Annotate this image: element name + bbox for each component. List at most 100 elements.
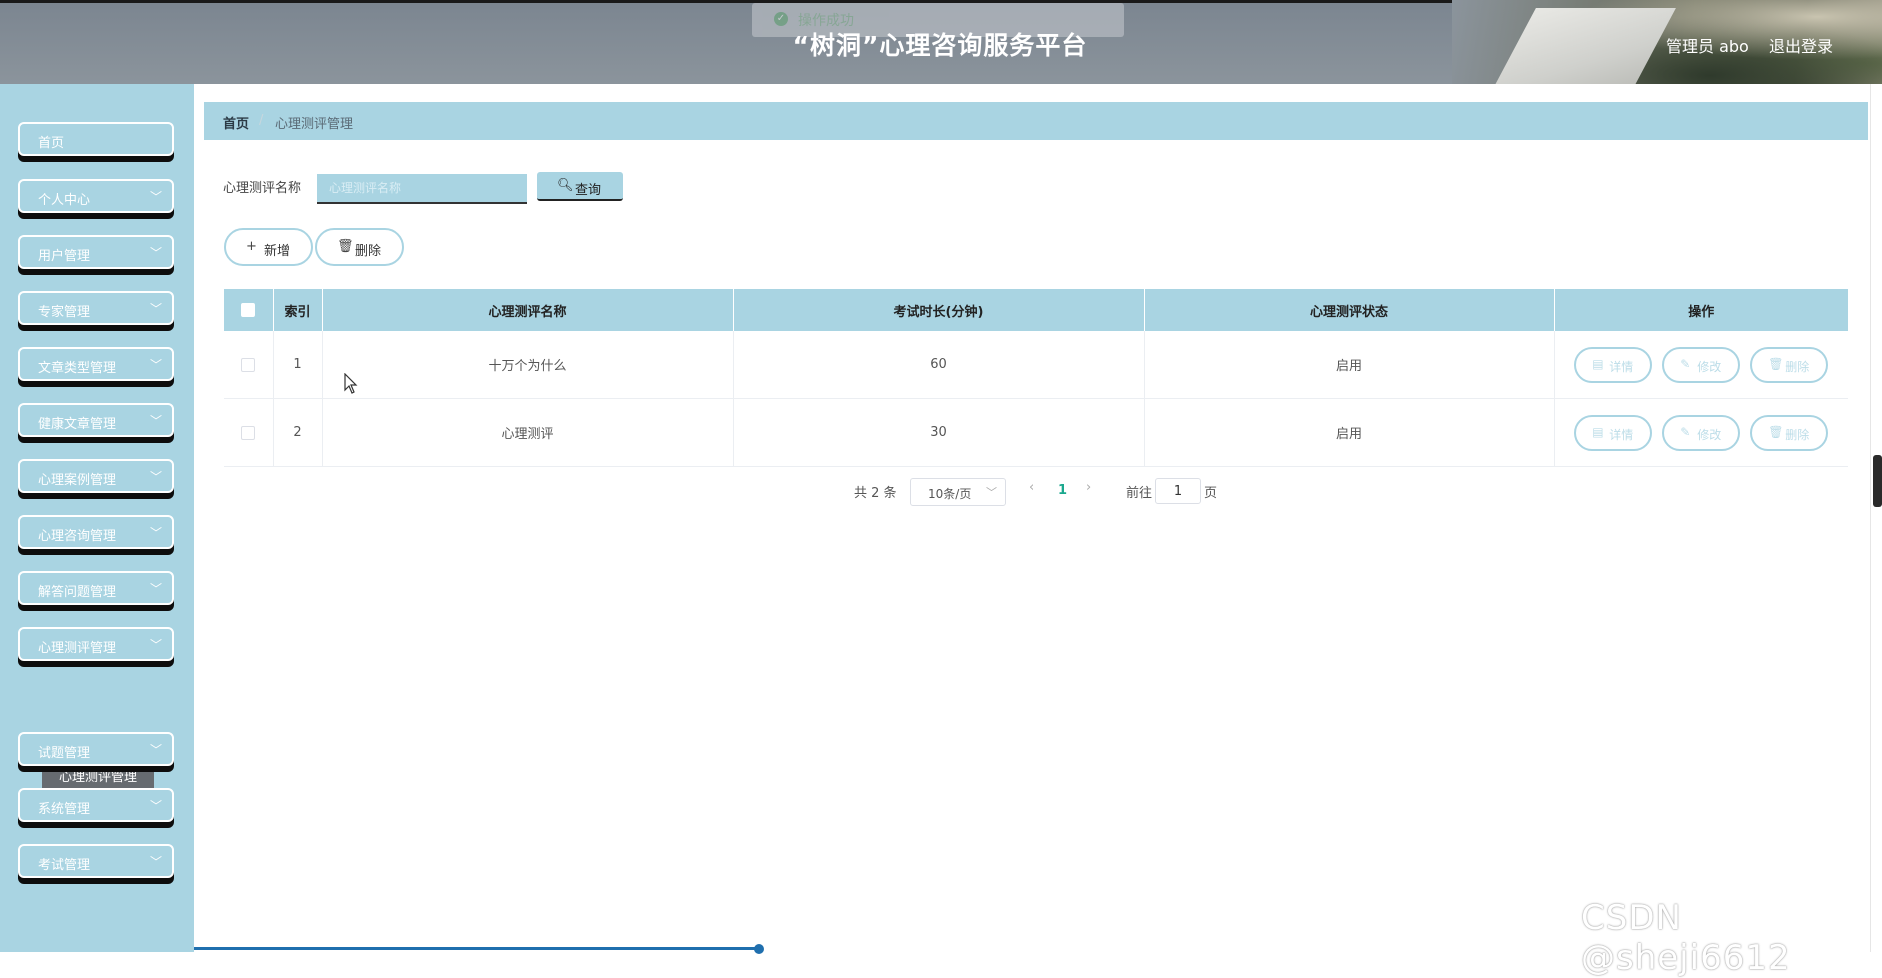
row-delete-button[interactable]: 🗑︎ 删除: [1750, 346, 1829, 383]
select-all-checkbox[interactable]: [241, 303, 256, 317]
row-checkbox[interactable]: [241, 425, 256, 440]
sidebar-item-label: 专家管理: [38, 305, 91, 320]
table-row: 2 心理测评 30 启用 ▤ 详情 ✎ 修改 🗑︎ 删除: [224, 398, 1848, 467]
top-header: ✓ 操作成功 “树洞”心理咨询服务平台 管理员 abo 退出登录: [0, 0, 1882, 84]
check-circle-icon: ✓: [774, 12, 788, 26]
chevron-down-icon: ﹀: [149, 582, 162, 596]
row-delete-button[interactable]: 🗑︎ 删除: [1750, 414, 1829, 451]
pencil-icon: ✎: [1680, 424, 1691, 439]
page-number-current[interactable]: 1: [1058, 483, 1067, 498]
sidebar-item-psych-assessment[interactable]: 心理测评管理 ﹀: [18, 627, 174, 661]
chevron-down-icon: ﹀: [149, 855, 162, 869]
sidebar-item-label: 试题管理: [38, 746, 91, 761]
table-header-row: 索引 心理测评名称 考试时长(分钟) 心理测评状态 操作: [224, 289, 1848, 331]
row-select-cell: [224, 398, 274, 467]
sidebar: 首页 个人中心 ﹀ 用户管理 ﹀ 专家管理 ﹀ 文章类型管理 ﹀ 健康文章管理 …: [0, 84, 194, 952]
next-page-button[interactable]: ›: [1086, 480, 1091, 495]
column-header-status: 心理测评状态: [1144, 289, 1555, 331]
detail-button[interactable]: ▤ 详情: [1574, 414, 1653, 451]
breadcrumb-separator: /: [259, 113, 264, 128]
cell-name: 心理测评: [322, 398, 734, 467]
sidebar-item-label: 心理测评管理: [38, 641, 117, 656]
mouse-cursor-icon: [344, 373, 358, 394]
trash-icon: 🗑︎: [337, 239, 354, 254]
goto-label: 前往: [1126, 486, 1153, 501]
goto-unit: 页: [1204, 486, 1218, 501]
search-icon: 🔍︎: [557, 178, 574, 193]
goto-page-input[interactable]: [1155, 478, 1201, 504]
sidebar-item-label: 健康文章管理: [38, 417, 117, 432]
sidebar-item-psych-consult[interactable]: 心理咨询管理 ﹀: [18, 515, 174, 549]
column-header-name: 心理测评名称: [322, 289, 734, 331]
sidebar-item-label: 文章类型管理: [38, 361, 117, 376]
prev-page-button[interactable]: ‹: [1029, 480, 1034, 495]
sidebar-item-label: 解答问题管理: [38, 585, 117, 600]
sidebar-item-home[interactable]: 首页: [18, 122, 174, 156]
sidebar-item-exam-management[interactable]: 考试管理 ﹀: [18, 844, 174, 878]
breadcrumb-home[interactable]: 首页: [223, 113, 249, 132]
current-user: 管理员 abo: [1666, 37, 1749, 56]
column-header-index: 索引: [273, 289, 323, 331]
sidebar-item-personal-center[interactable]: 个人中心 ﹀: [18, 179, 174, 213]
cell-name: 十万个为什么: [322, 331, 734, 399]
trash-icon: 🗑︎: [1768, 356, 1784, 371]
assessment-table: 索引 心理测评名称 考试时长(分钟) 心理测评状态 操作 1 十万个为什么 60…: [224, 289, 1848, 467]
search-button[interactable]: 🔍︎ 查询: [537, 172, 623, 201]
sidebar-item-label: 心理咨询管理: [38, 529, 117, 544]
search-label: 心理测评名称: [223, 181, 302, 196]
cell-actions: ▤ 详情 ✎ 修改 🗑︎ 删除: [1554, 398, 1848, 467]
sidebar-item-health-article[interactable]: 健康文章管理 ﹀: [18, 403, 174, 437]
plus-icon: +: [246, 239, 257, 254]
row-delete-button-label: 删除: [1785, 427, 1810, 442]
cell-duration: 60: [733, 331, 1145, 399]
cell-status: 启用: [1144, 398, 1555, 467]
row-checkbox[interactable]: [241, 357, 256, 372]
header-photo-roof: [1488, 8, 1676, 84]
pagination-total: 共 2 条: [854, 486, 897, 501]
sidebar-item-user-management[interactable]: 用户管理 ﹀: [18, 235, 174, 269]
pencil-icon: ✎: [1680, 356, 1691, 371]
cell-index: 2: [273, 398, 323, 467]
cell-duration: 30: [733, 398, 1145, 467]
site-title: “树洞”心理咨询服务平台: [792, 31, 1088, 60]
bottom-progress-handle[interactable]: [754, 944, 764, 954]
edit-button[interactable]: ✎ 修改: [1662, 346, 1741, 383]
detail-button[interactable]: ▤ 详情: [1574, 346, 1653, 383]
sidebar-item-label: 心理案例管理: [38, 473, 117, 488]
row-delete-button-label: 删除: [1785, 359, 1810, 374]
sidebar-item-question-management[interactable]: 试题管理 ﹀: [18, 732, 174, 766]
detail-button-label: 详情: [1609, 359, 1634, 374]
column-header-duration: 考试时长(分钟): [733, 289, 1145, 331]
sidebar-item-expert-management[interactable]: 专家管理 ﹀: [18, 291, 174, 325]
document-icon: ▤: [1592, 424, 1604, 439]
chevron-down-icon: ﹀: [149, 743, 162, 757]
sidebar-item-label: 首页: [38, 136, 65, 151]
sidebar-item-label: 考试管理: [38, 858, 91, 873]
column-header-actions: 操作: [1554, 289, 1848, 331]
table-row: 1 十万个为什么 60 启用 ▤ 详情 ✎ 修改 🗑︎ 删除: [224, 331, 1848, 399]
edit-button-label: 修改: [1697, 427, 1722, 442]
breadcrumb: 首页 / 心理测评管理: [204, 102, 1868, 140]
logout-link[interactable]: 退出登录: [1769, 33, 1833, 57]
add-button[interactable]: + 新增: [224, 228, 313, 266]
search-button-label: 查询: [575, 183, 602, 198]
bulk-delete-button[interactable]: 🗑︎ 删除: [315, 228, 404, 266]
sidebar-item-psych-case[interactable]: 心理案例管理 ﹀: [18, 459, 174, 493]
chevron-down-icon: ﹀: [149, 470, 162, 484]
page-size-value: 10条/页: [928, 487, 972, 501]
submenu-item-label: 心理测评管理: [58, 770, 137, 785]
select-all-cell: [224, 289, 274, 331]
sidebar-item-label: 系统管理: [38, 802, 91, 817]
bulk-delete-button-label: 删除: [355, 244, 382, 259]
edit-button[interactable]: ✎ 修改: [1662, 414, 1741, 451]
chevron-down-icon: ﹀: [149, 302, 162, 316]
sidebar-item-system-management[interactable]: 系统管理 ﹀: [18, 788, 174, 822]
search-input[interactable]: [317, 174, 527, 204]
page-size-select[interactable]: 10条/页 ﹀: [910, 478, 1006, 506]
scrollbar-thumb[interactable]: [1873, 455, 1882, 507]
cell-actions: ▤ 详情 ✎ 修改 🗑︎ 删除: [1554, 331, 1848, 399]
chevron-down-icon: ﹀: [149, 190, 162, 204]
sidebar-item-qa-management[interactable]: 解答问题管理 ﹀: [18, 571, 174, 605]
sidebar-item-article-type[interactable]: 文章类型管理 ﹀: [18, 347, 174, 381]
add-button-label: 新增: [264, 244, 291, 259]
